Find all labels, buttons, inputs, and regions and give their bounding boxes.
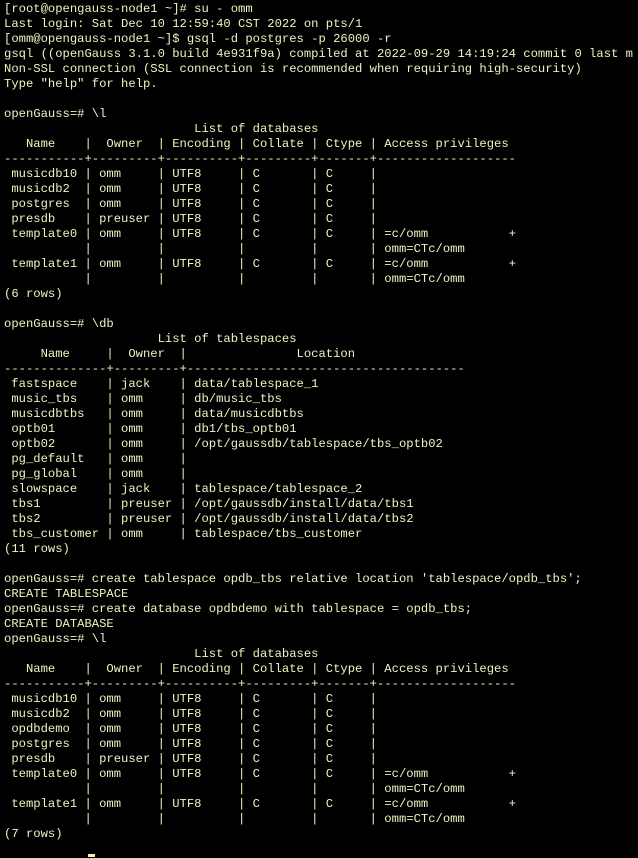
terminal-line: music_tbs | omm | db/music_tbs (4, 392, 282, 406)
terminal-line: openGauss=# \l (4, 632, 107, 646)
terminal-line: template1 | omm | UTF8 | C | C | =c/omm … (4, 797, 516, 811)
terminal-line: [omm@opengauss-node1 ~]$ gsql -d postgre… (4, 32, 392, 46)
terminal-line: optb02 | omm | /opt/gaussdb/tablespace/t… (4, 437, 443, 451)
terminal-line: optb01 | omm | db1/tbs_optb01 (4, 422, 297, 436)
terminal-line: fastspace | jack | data/tablespace_1 (4, 377, 319, 391)
terminal-line: Type "help" for help. (4, 77, 158, 91)
terminal-line: pg_global | omm | (4, 467, 187, 481)
terminal-line: opdbdemo | omm | UTF8 | C | C | (4, 722, 377, 736)
terminal-line: Name | Owner | Location (4, 347, 356, 361)
terminal-line: tbs_customer | omm | tablespace/tbs_cust… (4, 527, 363, 541)
text-cursor (88, 854, 95, 857)
terminal-line: | | | | | omm=CTc/omm (4, 812, 465, 826)
terminal-line: presdb | preuser | UTF8 | C | C | (4, 752, 377, 766)
terminal-line: -----------+---------+----------+-------… (4, 152, 516, 166)
terminal-line: openGauss=# \l (4, 107, 107, 121)
terminal-line: --------------+---------+---------------… (4, 362, 465, 376)
terminal-line: CREATE TABLESPACE (4, 587, 129, 601)
terminal-line: (6 rows) (4, 287, 63, 301)
terminal-line: presdb | preuser | UTF8 | C | C | (4, 212, 377, 226)
terminal-line: Name | Owner | Encoding | Collate | Ctyp… (4, 137, 509, 151)
terminal-line: [root@opengauss-node1 ~]# su - omm (4, 2, 253, 16)
terminal-line: musicdb2 | omm | UTF8 | C | C | (4, 182, 377, 196)
terminal-output: [root@opengauss-node1 ~]# su - omm Last l… (4, 2, 634, 858)
terminal-line: slowspace | jack | tablespace/tablespace… (4, 482, 363, 496)
terminal-line: tbs1 | preuser | /opt/gaussdb/install/da… (4, 497, 414, 511)
terminal-line: (11 rows) (4, 542, 70, 556)
terminal-line: openGauss=# \db (4, 317, 114, 331)
terminal-line: | | | | | omm=CTc/omm (4, 242, 465, 256)
terminal-line: gsql ((openGauss 3.1.0 build 4e931f9a) c… (4, 47, 634, 61)
terminal-line: musicdb10 | omm | UTF8 | C | C | (4, 167, 377, 181)
terminal-line: | | | | | omm=CTc/omm (4, 782, 465, 796)
terminal-line: postgres | omm | UTF8 | C | C | (4, 737, 377, 751)
terminal-line: pg_default | omm | (4, 452, 187, 466)
terminal-line: openGauss=# create tablespace opdb_tbs r… (4, 572, 582, 586)
terminal-line: template1 | omm | UTF8 | C | C | =c/omm … (4, 257, 516, 271)
terminal-line: (7 rows) (4, 827, 63, 841)
terminal-line: template0 | omm | UTF8 | C | C | =c/omm … (4, 767, 516, 781)
terminal-window[interactable]: [root@opengauss-node1 ~]# su - omm Last l… (0, 0, 638, 858)
terminal-line: openGauss=# create database opdbdemo wit… (4, 602, 473, 616)
terminal-line: Name | Owner | Encoding | Collate | Ctyp… (4, 662, 509, 676)
terminal-line: Non-SSL connection (SSL connection is re… (4, 62, 582, 76)
terminal-line: tbs2 | preuser | /opt/gaussdb/install/da… (4, 512, 414, 526)
terminal-line: | | | | | omm=CTc/omm (4, 272, 465, 286)
terminal-line: musicdb10 | omm | UTF8 | C | C | (4, 692, 377, 706)
terminal-line: postgres | omm | UTF8 | C | C | (4, 197, 377, 211)
terminal-line: template0 | omm | UTF8 | C | C | =c/omm … (4, 227, 516, 241)
terminal-line: -----------+---------+----------+-------… (4, 677, 516, 691)
terminal-line: List of databases (4, 647, 319, 661)
terminal-line: List of tablespaces (4, 332, 297, 346)
terminal-line: musicdb2 | omm | UTF8 | C | C | (4, 707, 377, 721)
terminal-line: List of databases (4, 122, 319, 136)
terminal-line: CREATE DATABASE (4, 617, 114, 631)
terminal-line: Last login: Sat Dec 10 12:59:40 CST 2022… (4, 17, 363, 31)
terminal-line: musicdbtbs | omm | data/musicdbtbs (4, 407, 304, 421)
